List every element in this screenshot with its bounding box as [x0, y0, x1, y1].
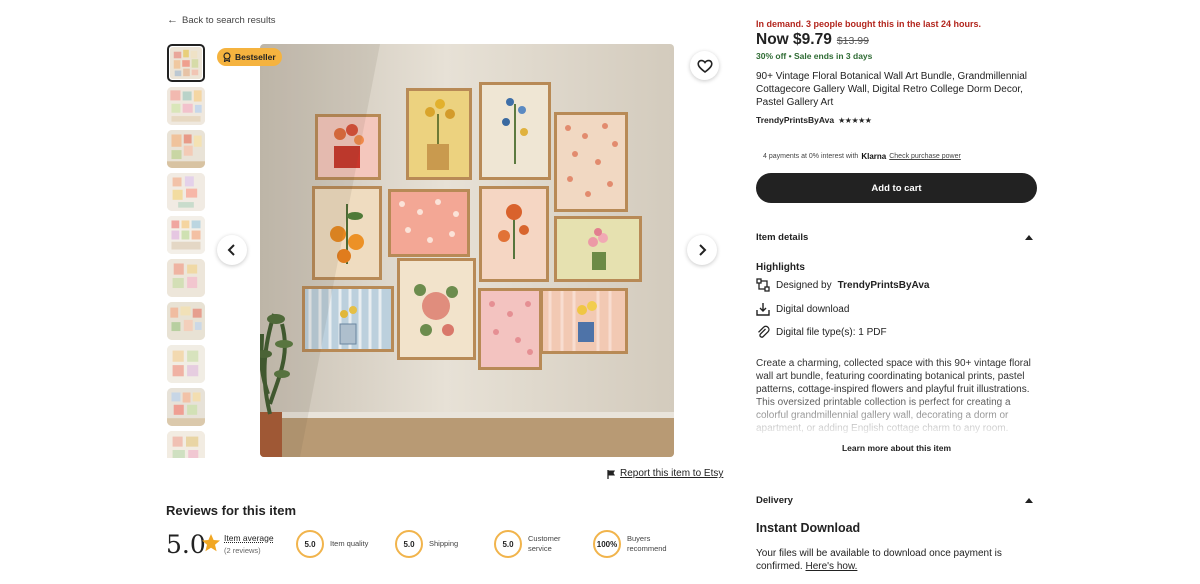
metric-shipping: 5.0 Shipping [395, 530, 458, 558]
metric-buyers-recommend: 100% Buyers recommend [593, 530, 673, 558]
file-type-row: Digital file type(s): 1 PDF [756, 325, 887, 339]
thumbnail[interactable] [167, 302, 205, 340]
thumbnail-image [170, 47, 202, 79]
download-icon [756, 303, 770, 316]
metric-value: 5.0 [494, 530, 522, 558]
metric-item-quality: 5.0 Item quality [296, 530, 368, 558]
thumbnail[interactable] [167, 173, 205, 211]
next-image-button[interactable] [687, 235, 717, 265]
delivery-header: Delivery [756, 495, 793, 506]
delivery-description: Your files will be available to download… [756, 547, 1046, 573]
thumbnail[interactable] [167, 388, 205, 426]
thumbnail[interactable] [167, 44, 205, 82]
award-ribbon-icon [223, 52, 231, 62]
metric-value: 100% [593, 530, 621, 558]
gallery-wall-photo [260, 44, 674, 457]
reviews-title: Reviews for this item [166, 503, 297, 518]
current-price: Now $9.79 [756, 31, 832, 48]
bestseller-label: Bestseller [235, 52, 276, 62]
paperclip-icon [758, 325, 770, 338]
star-icon [202, 534, 220, 552]
add-to-cart-button[interactable]: Add to cart [756, 173, 1037, 203]
item-details-toggle[interactable]: Item details [756, 232, 1037, 243]
thumbnail[interactable] [167, 130, 205, 168]
klarna-info: 4 payments at 0% interest with Klarna Ch… [763, 152, 961, 161]
thumbnail[interactable] [167, 345, 205, 383]
chevron-up-icon [1025, 235, 1033, 240]
design-tool-icon [756, 278, 770, 292]
delivery-toggle[interactable]: Delivery [756, 495, 1037, 506]
favorite-button[interactable] [690, 51, 719, 80]
previous-image-button[interactable] [217, 235, 247, 265]
seller-row: TrendyPrintsByAva ★★★★★ [756, 115, 872, 125]
thumbnail-image [167, 130, 205, 168]
report-label: Report this item to Etsy [620, 468, 724, 479]
highlights-label: Highlights [756, 262, 805, 273]
report-item-link[interactable]: Report this item to Etsy [606, 468, 723, 479]
chevron-left-icon [227, 244, 235, 256]
thumbnail-image [167, 173, 205, 211]
review-score: 5.0 [166, 530, 206, 559]
thumbnail[interactable] [167, 259, 205, 297]
discount-label: 30% off [756, 51, 787, 61]
thumbnail-image [167, 216, 205, 254]
metric-value: 5.0 [395, 530, 423, 558]
flag-icon [607, 469, 615, 479]
price-row: Now $9.79 $13.99 [756, 31, 869, 49]
thumbnail[interactable] [167, 216, 205, 254]
digital-download-row: Digital download [756, 302, 849, 316]
metric-customer-service: 5.0 Customer service [494, 530, 568, 558]
sale-ends-label: Sale ends in 3 days [793, 51, 873, 61]
designed-by-row: Designed by TrendyPrintsByAva [756, 278, 929, 292]
metric-label: Shipping [429, 538, 459, 548]
item-details-header: Item details [756, 232, 809, 243]
main-product-image[interactable] [260, 44, 674, 457]
files-available-text: Your files will be available to download… [756, 548, 1002, 572]
metric-value: 5.0 [296, 530, 324, 558]
sale-info: 30% off • Sale ends in 3 days [756, 51, 872, 61]
designer-name-link[interactable]: TrendyPrintsByAva [838, 280, 930, 291]
description-fade [756, 392, 1041, 436]
klarna-text: 4 payments at 0% interest with [763, 153, 859, 160]
thumbnail[interactable] [167, 87, 205, 125]
bestseller-badge: Bestseller [217, 48, 282, 66]
instant-download-title: Instant Download [756, 521, 861, 535]
metric-label: Buyers recommend [627, 533, 667, 553]
original-price: $13.99 [836, 35, 869, 47]
thumbnail-image [167, 388, 205, 426]
file-type-label: Digital file type(s): 1 PDF [776, 326, 887, 338]
thumbnail-image [167, 87, 205, 125]
seller-name-link[interactable]: TrendyPrintsByAva [756, 115, 834, 125]
chevron-up-icon [1025, 498, 1033, 503]
thumbnail-image [167, 259, 205, 297]
check-purchase-power-link[interactable]: Check purchase power [889, 153, 961, 160]
thumbnail-strip [166, 44, 206, 458]
heart-icon [696, 59, 713, 73]
metric-label: Customer service [528, 533, 561, 553]
demand-notice: In demand. 3 people bought this in the l… [756, 19, 982, 29]
digital-download-label: Digital download [776, 303, 850, 315]
thumbnail[interactable] [167, 431, 205, 458]
back-link-label: Back to search results [182, 15, 276, 26]
item-average-link[interactable]: Item average [224, 533, 274, 543]
review-count: (2 reviews) [224, 546, 261, 555]
learn-more-button[interactable]: Learn more about this item [756, 443, 1037, 453]
designed-by-prefix: Designed by [776, 279, 832, 291]
arrow-left-icon: ← [167, 14, 178, 26]
thumbnail-image [167, 345, 205, 383]
back-to-search-link[interactable]: ← Back to search results [167, 14, 276, 27]
klarna-logo: Klarna [861, 152, 887, 161]
thumbnail-image [167, 302, 205, 340]
seller-rating-stars-icon: ★★★★★ [838, 115, 872, 125]
heres-how-link[interactable]: Here's how. [805, 561, 857, 572]
product-title: 90+ Vintage Floral Botanical Wall Art Bu… [756, 71, 1027, 108]
chevron-right-icon [699, 244, 707, 256]
thumbnail-image [167, 431, 205, 458]
metric-label: Item quality [330, 538, 369, 548]
